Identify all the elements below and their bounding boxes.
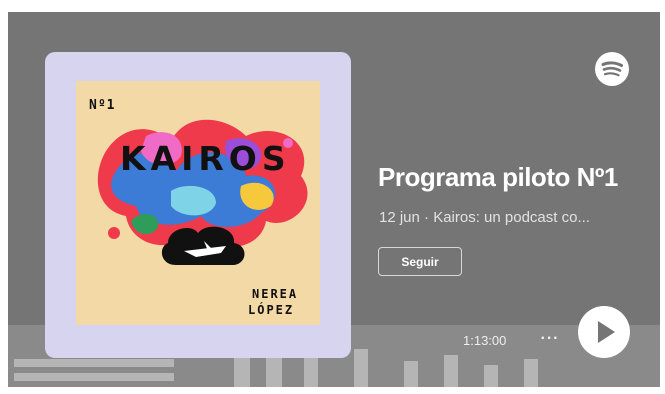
episode-title[interactable]: Programa piloto Nº1 bbox=[378, 162, 618, 193]
cover-art-frame[interactable]: Nº1 KAIROS NEREA LÓPEZ bbox=[45, 52, 351, 358]
episode-duration: 1:13:00 bbox=[463, 333, 507, 348]
play-icon bbox=[598, 321, 615, 343]
follow-button[interactable]: Seguir bbox=[378, 247, 462, 276]
play-button[interactable] bbox=[578, 306, 630, 358]
spotify-logo-icon[interactable] bbox=[595, 52, 629, 86]
cover-show-title: KAIROS bbox=[120, 139, 291, 178]
cover-episode-number: Nº1 bbox=[89, 98, 116, 113]
more-options-icon[interactable]: ··· bbox=[538, 328, 562, 350]
podcast-cover-art: Nº1 KAIROS NEREA LÓPEZ bbox=[76, 81, 320, 325]
cover-author-first-name: NEREA bbox=[252, 287, 299, 301]
spotify-embed-player: Nº1 KAIROS NEREA LÓPEZ Programa piloto N… bbox=[8, 12, 660, 387]
episode-subtitle[interactable]: 12 jun · Kairos: un podcast co... bbox=[379, 209, 590, 226]
cover-author-last-name: LÓPEZ bbox=[248, 303, 295, 317]
